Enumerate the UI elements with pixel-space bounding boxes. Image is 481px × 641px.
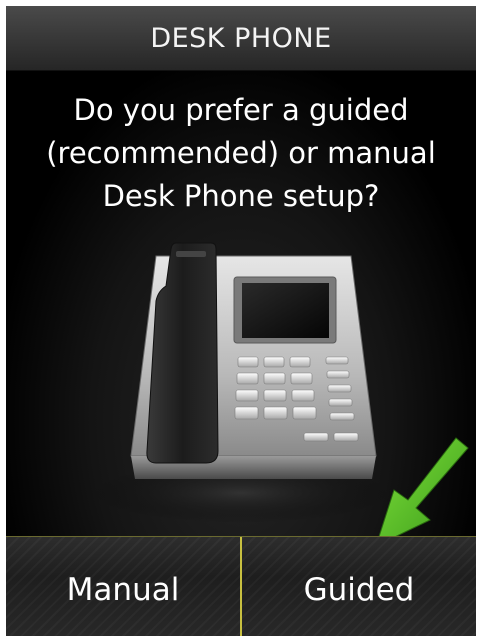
- softkey-bar: Manual Guided: [6, 536, 476, 636]
- screen-title: DESK PHONE: [150, 22, 332, 54]
- question-line-2: (recommended) or manual: [46, 136, 436, 170]
- guided-button[interactable]: Guided: [242, 537, 476, 636]
- question-line-1: Do you prefer a guided: [73, 93, 409, 127]
- manual-button-label: Manual: [66, 572, 180, 608]
- guided-button-label: Guided: [303, 572, 415, 608]
- setup-question: Do you prefer a guided (recommended) or …: [16, 89, 466, 218]
- title-bar: DESK PHONE: [6, 6, 476, 71]
- question-line-3: Desk Phone setup?: [102, 179, 380, 213]
- manual-button[interactable]: Manual: [6, 537, 242, 636]
- device-screen: DESK PHONE Do you prefer a guided (recom…: [6, 6, 476, 636]
